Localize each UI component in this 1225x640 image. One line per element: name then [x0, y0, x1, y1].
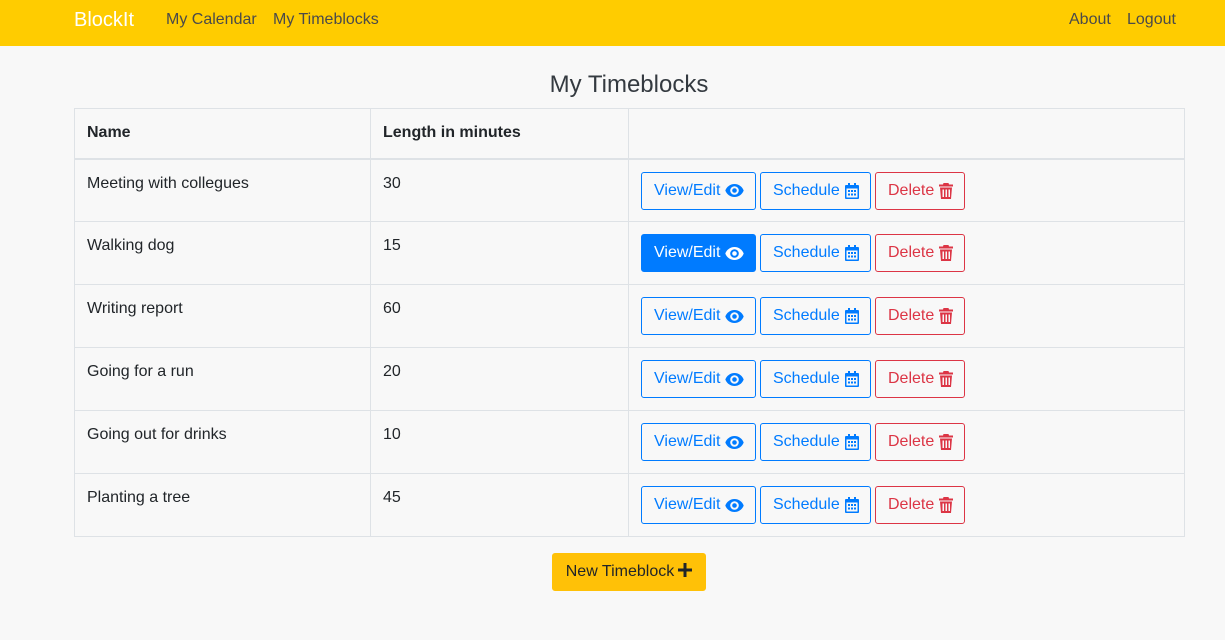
schedule-button[interactable]: Schedule	[760, 360, 871, 398]
delete-button[interactable]: Delete	[875, 486, 965, 524]
view-edit-button[interactable]: View/Edit	[641, 486, 756, 524]
calendar-icon	[844, 371, 859, 387]
timeblock-length: 60	[370, 284, 629, 348]
eye-icon	[725, 435, 745, 449]
calendar-icon	[844, 434, 859, 450]
delete-label: Delete	[888, 244, 935, 261]
view-edit-label: View/Edit	[654, 181, 721, 199]
eye-icon	[725, 372, 745, 386]
delete-button[interactable]: Delete	[875, 297, 965, 335]
row-actions: View/Edit Schedule Delete	[628, 284, 1185, 348]
eye-icon	[725, 184, 745, 197]
schedule-button[interactable]: Schedule	[760, 171, 871, 210]
page-title: My Timeblocks	[549, 71, 709, 98]
nav-link-about[interactable]: About	[1069, 11, 1111, 29]
calendar-icon	[844, 245, 859, 261]
row-actions: View/Edit Schedule Delete	[628, 158, 1185, 222]
table-row: Walking dog 15 View/Edit Schedule Delete	[74, 221, 1185, 285]
header-length: Length in minutes	[370, 108, 629, 160]
view-edit-label: View/Edit	[654, 244, 721, 261]
view-edit-button[interactable]: View/Edit	[641, 171, 756, 210]
trash-icon	[939, 371, 954, 387]
header-actions	[628, 108, 1185, 160]
delete-label: Delete	[888, 370, 935, 387]
row-actions: View/Edit Schedule Delete	[628, 347, 1185, 411]
schedule-button[interactable]: Schedule	[760, 486, 871, 524]
view-edit-label: View/Edit	[654, 307, 721, 324]
view-edit-button[interactable]: View/Edit	[641, 234, 756, 272]
view-edit-label: View/Edit	[654, 433, 721, 450]
eye-icon	[725, 309, 745, 323]
schedule-label: Schedule	[773, 244, 840, 261]
nav-link-logout[interactable]: Logout	[1127, 11, 1176, 29]
timeblock-name: Meeting with collegues	[74, 158, 371, 222]
table-row: Meeting with collegues 30 View/Edit Schedul…	[74, 158, 1185, 222]
delete-label: Delete	[888, 433, 935, 450]
trash-icon	[939, 434, 954, 450]
new-timeblock-label: New Timeblock	[565, 563, 675, 580]
timeblock-length: 45	[370, 473, 629, 537]
view-edit-button[interactable]: View/Edit	[641, 423, 756, 461]
delete-button[interactable]: Delete	[875, 423, 965, 461]
table-row: Planting a tree 45 View/Edit Schedule Delete	[74, 473, 1185, 537]
header-name: Name	[74, 108, 371, 160]
calendar-icon	[844, 308, 859, 324]
timeblock-name: Going out for drinks	[74, 410, 371, 474]
schedule-button[interactable]: Schedule	[760, 423, 871, 461]
eye-icon	[725, 246, 745, 260]
schedule-button[interactable]: Schedule	[760, 234, 871, 272]
table-header-row: Name Length in minutes	[74, 108, 1185, 160]
row-actions: View/Edit Schedule Delete	[628, 221, 1185, 285]
schedule-label: Schedule	[773, 433, 840, 450]
delete-button[interactable]: Delete	[875, 360, 965, 398]
navbar: BlockIt My Calendar My Timeblocks About …	[0, 0, 1225, 46]
trash-icon	[939, 182, 954, 199]
timeblocks-table: Name Length in minutes Meeting with coll…	[74, 108, 1185, 537]
timeblock-length: 30	[370, 158, 629, 222]
row-actions: View/Edit Schedule Delete	[628, 473, 1185, 537]
delete-label: Delete	[888, 307, 935, 324]
view-edit-label: View/Edit	[654, 370, 721, 387]
trash-icon	[939, 245, 954, 261]
delete-label: Delete	[888, 496, 935, 513]
timeblock-name: Writing report	[74, 284, 371, 348]
table-row: Going for a run 20 View/Edit Schedule Delete	[74, 347, 1185, 411]
table-row: Going out for drinks 10 View/Edit Schedule D…	[74, 410, 1185, 474]
delete-label: Delete	[888, 181, 935, 199]
schedule-button[interactable]: Schedule	[760, 297, 871, 335]
calendar-icon	[844, 497, 859, 513]
nav-link-my-calendar[interactable]: My Calendar	[166, 11, 257, 29]
schedule-label: Schedule	[773, 307, 840, 324]
new-timeblock-button[interactable]: New Timeblock	[552, 553, 706, 591]
trash-icon	[939, 497, 954, 513]
schedule-label: Schedule	[773, 496, 840, 513]
row-actions: View/Edit Schedule Delete	[628, 410, 1185, 474]
timeblock-name: Walking dog	[74, 221, 371, 285]
nav-link-my-timeblocks[interactable]: My Timeblocks	[273, 11, 379, 29]
plus-icon	[678, 562, 693, 582]
timeblock-length: 10	[370, 410, 629, 474]
timeblock-name: Going for a run	[74, 347, 371, 411]
brand-link[interactable]: BlockIt	[74, 9, 134, 32]
delete-button[interactable]: Delete	[875, 171, 965, 210]
view-edit-button[interactable]: View/Edit	[641, 360, 756, 398]
calendar-icon	[844, 182, 859, 199]
schedule-label: Schedule	[773, 370, 840, 387]
delete-button[interactable]: Delete	[875, 234, 965, 272]
timeblock-length: 20	[370, 347, 629, 411]
table-row: Writing report 60 View/Edit Schedule Delete	[74, 284, 1185, 348]
view-edit-label: View/Edit	[654, 496, 721, 513]
timeblock-length: 15	[370, 221, 629, 285]
schedule-label: Schedule	[773, 181, 840, 199]
view-edit-button[interactable]: View/Edit	[641, 297, 756, 335]
trash-icon	[939, 308, 954, 324]
eye-icon	[725, 498, 745, 512]
timeblock-name: Planting a tree	[74, 473, 371, 537]
